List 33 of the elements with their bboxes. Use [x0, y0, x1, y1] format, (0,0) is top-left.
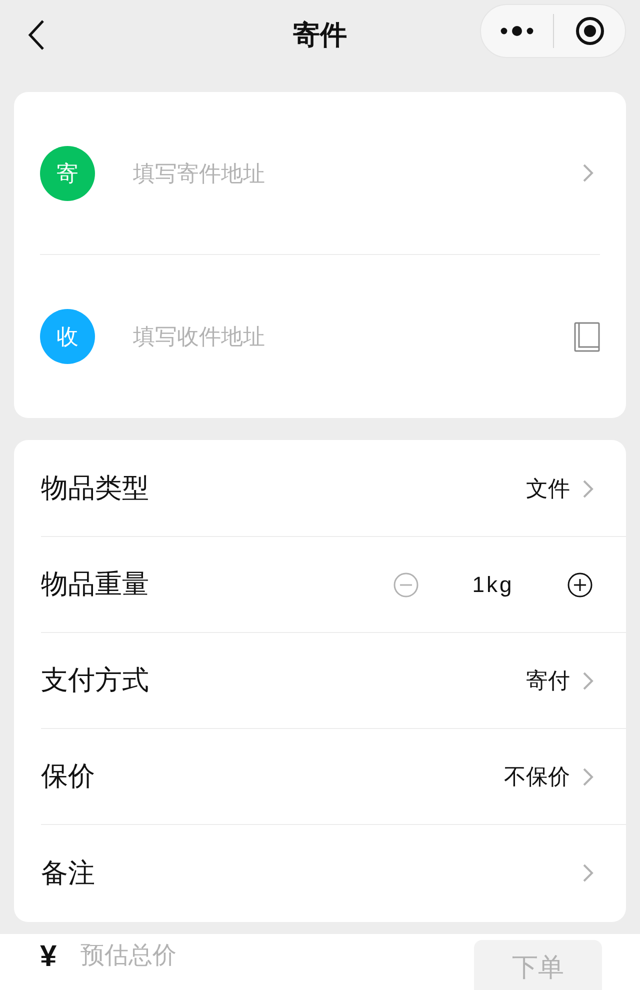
plus-icon — [567, 572, 593, 598]
total-label: 预估总价 — [80, 944, 177, 968]
chevron-right-icon — [582, 766, 594, 786]
option-row[interactable]: 备注 — [41, 825, 626, 921]
option-label: 保价 — [41, 760, 95, 794]
option-value: 寄付 — [526, 667, 570, 695]
address-book-icon[interactable] — [574, 322, 600, 352]
option-row[interactable]: 物品重量 1kg — [41, 537, 626, 633]
chevron-right-icon — [582, 863, 594, 883]
address-badge: 收 — [40, 309, 95, 364]
option-value: 不保价 — [504, 763, 570, 791]
minus-icon — [393, 572, 419, 598]
option-row[interactable]: 支付方式 寄付 — [41, 633, 626, 729]
target-icon — [574, 16, 604, 46]
option-label: 备注 — [41, 856, 95, 890]
back-icon — [27, 19, 45, 51]
chevron-right-icon — [582, 163, 594, 183]
page-title: 寄件 — [293, 18, 347, 52]
currency-symbol: ¥ — [40, 942, 57, 972]
option-value: 文件 — [526, 475, 570, 503]
chevron-right-icon — [582, 478, 594, 498]
option-row[interactable]: 物品类型 文件 — [41, 441, 626, 537]
address-placeholder: 填写收件地址 — [133, 323, 266, 351]
address-badge: 寄 — [40, 146, 95, 200]
option-label: 支付方式 — [41, 664, 149, 698]
weight-value: 1kg — [471, 571, 515, 599]
option-label: 物品类型 — [41, 472, 149, 506]
more-icon — [500, 25, 534, 37]
chevron-right-icon — [582, 670, 594, 690]
increase-button[interactable] — [566, 570, 594, 598]
option-row[interactable]: 保价 不保价 — [41, 729, 626, 825]
option-label: 物品重量 — [41, 568, 149, 602]
address-placeholder: 填写寄件地址 — [133, 160, 266, 188]
